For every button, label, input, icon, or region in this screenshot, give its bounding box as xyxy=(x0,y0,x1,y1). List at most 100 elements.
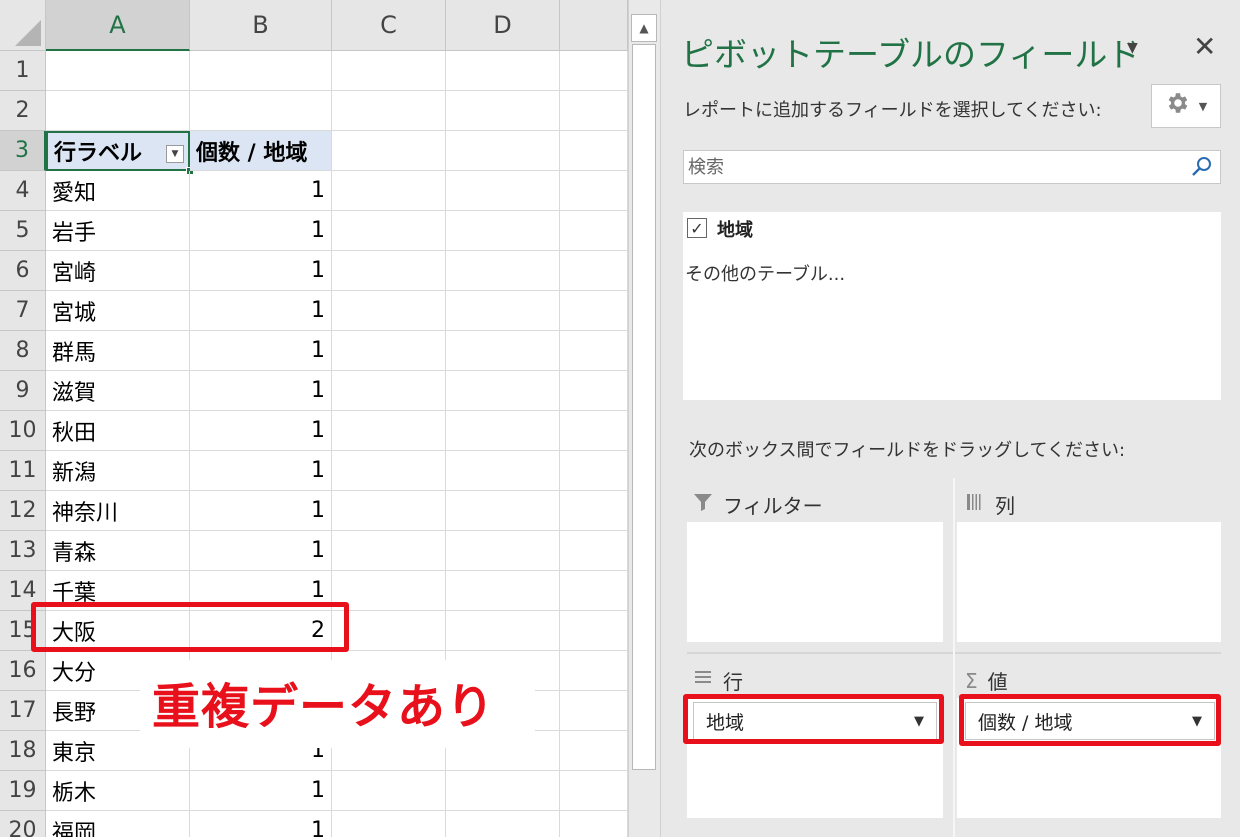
close-icon[interactable]: ✕ xyxy=(1193,30,1216,63)
pane-options-chevron-down-icon[interactable]: ▼ xyxy=(1127,40,1138,56)
grid-cell[interactable] xyxy=(446,51,560,91)
pivot-value-cell[interactable]: 1 xyxy=(190,491,332,531)
grid-cell[interactable] xyxy=(332,491,446,531)
pivot-row-label-cell[interactable] xyxy=(46,51,190,91)
scroll-up-arrow-icon[interactable]: ▲ xyxy=(631,14,657,42)
pivot-row-label-cell[interactable]: 青森 xyxy=(46,531,190,571)
pivot-value-cell[interactable]: 1 xyxy=(190,371,332,411)
grid-cell[interactable] xyxy=(332,91,446,131)
grid-cell[interactable] xyxy=(560,451,628,491)
row-header[interactable]: 19 xyxy=(0,771,46,811)
grid-cell[interactable] xyxy=(332,571,446,611)
pivot-row-label-header[interactable]: 行ラベル ▼ xyxy=(46,131,190,171)
scroll-thumb[interactable] xyxy=(632,44,656,770)
grid-cell[interactable] xyxy=(560,571,628,611)
grid-cell[interactable] xyxy=(446,571,560,611)
grid-cell[interactable] xyxy=(332,251,446,291)
filter-dropdown-icon[interactable]: ▼ xyxy=(166,145,184,163)
grid-cell[interactable] xyxy=(560,411,628,451)
row-header[interactable]: 16 xyxy=(0,651,46,691)
grid-cell[interactable] xyxy=(560,771,628,811)
grid-cell[interactable] xyxy=(446,811,560,837)
field-name-region[interactable]: 地域 xyxy=(717,216,753,242)
grid-cell[interactable] xyxy=(560,691,628,731)
grid-cell[interactable] xyxy=(560,491,628,531)
pivot-row-label-cell[interactable] xyxy=(46,91,190,131)
pivot-row-label-cell[interactable]: 新潟 xyxy=(46,451,190,491)
grid-cell[interactable] xyxy=(332,451,446,491)
pivot-value-cell[interactable]: 1 xyxy=(190,451,332,491)
grid-cell[interactable] xyxy=(560,531,628,571)
row-header[interactable]: 17 xyxy=(0,691,46,731)
pivot-row-label-cell[interactable]: 福岡 xyxy=(46,811,190,837)
row-header[interactable]: 11 xyxy=(0,451,46,491)
row-header[interactable]: 12 xyxy=(0,491,46,531)
row-header[interactable]: 9 xyxy=(0,371,46,411)
pivot-value-cell[interactable]: 1 xyxy=(190,771,332,811)
grid-cell[interactable] xyxy=(332,51,446,91)
pivot-row-label-cell[interactable]: 群馬 xyxy=(46,331,190,371)
pivot-row-label-cell[interactable]: 宮崎 xyxy=(46,251,190,291)
row-header[interactable]: 6 xyxy=(0,251,46,291)
column-header-c[interactable]: C xyxy=(332,0,446,51)
grid-cell[interactable] xyxy=(446,131,560,171)
grid-cell[interactable] xyxy=(560,291,628,331)
grid-cell[interactable] xyxy=(332,211,446,251)
grid-cell[interactable] xyxy=(332,411,446,451)
pivot-value-cell[interactable]: 1 xyxy=(190,531,332,571)
pivot-row-label-cell[interactable]: 秋田 xyxy=(46,411,190,451)
grid-cell[interactable] xyxy=(560,651,628,691)
row-header[interactable]: 20 xyxy=(0,811,46,837)
pivot-row-label-cell[interactable]: 宮城 xyxy=(46,291,190,331)
pivot-value-cell[interactable]: 1 xyxy=(190,811,332,837)
column-header-a[interactable]: A xyxy=(46,0,190,51)
grid-cell[interactable] xyxy=(560,371,628,411)
grid-cell[interactable] xyxy=(446,291,560,331)
field-search-box[interactable] xyxy=(683,150,1221,184)
pivot-value-cell[interactable] xyxy=(190,91,332,131)
pivot-value-cell[interactable]: 1 xyxy=(190,211,332,251)
pivot-row-label-cell[interactable]: 愛知 xyxy=(46,171,190,211)
grid-cell[interactable] xyxy=(560,251,628,291)
grid-cell[interactable] xyxy=(560,731,628,771)
search-icon[interactable] xyxy=(1190,155,1214,183)
row-header[interactable]: 10 xyxy=(0,411,46,451)
grid-cell[interactable] xyxy=(446,211,560,251)
grid-cell[interactable] xyxy=(560,811,628,837)
grid-cell[interactable] xyxy=(446,451,560,491)
field-checkbox-region[interactable]: ✓ xyxy=(687,218,707,238)
grid-cell[interactable] xyxy=(332,811,446,837)
row-header[interactable]: 13 xyxy=(0,531,46,571)
field-search-input[interactable] xyxy=(686,151,1170,183)
select-all-corner[interactable] xyxy=(0,0,46,51)
grid-cell[interactable] xyxy=(446,491,560,531)
grid-cell[interactable] xyxy=(560,51,628,91)
grid-cell[interactable] xyxy=(446,771,560,811)
filters-drop-area[interactable] xyxy=(687,522,943,642)
grid-cell[interactable] xyxy=(446,251,560,291)
grid-cell[interactable] xyxy=(446,331,560,371)
pivot-row-label-cell[interactable]: 滋賀 xyxy=(46,371,190,411)
more-tables-link[interactable]: その他のテーブル... xyxy=(685,260,845,286)
grid-cell[interactable] xyxy=(332,771,446,811)
grid-cell[interactable] xyxy=(446,91,560,131)
grid-cell[interactable] xyxy=(560,331,628,371)
grid-cell[interactable] xyxy=(332,131,446,171)
grid-cell[interactable] xyxy=(446,371,560,411)
column-header-e[interactable] xyxy=(560,0,628,51)
grid-cell[interactable] xyxy=(560,611,628,651)
vertical-scrollbar[interactable]: ▲ xyxy=(628,0,660,837)
columns-drop-area[interactable] xyxy=(957,522,1221,642)
grid-cell[interactable] xyxy=(332,371,446,411)
pivot-value-header[interactable]: 個数 / 地域 xyxy=(190,131,332,171)
pivot-value-cell[interactable]: 1 xyxy=(190,291,332,331)
grid-cell[interactable] xyxy=(332,171,446,211)
grid-cell[interactable] xyxy=(332,611,446,651)
grid-cell[interactable] xyxy=(446,611,560,651)
grid-cell[interactable] xyxy=(560,211,628,251)
grid-cell[interactable] xyxy=(446,531,560,571)
pivot-row-label-cell[interactable]: 神奈川 xyxy=(46,491,190,531)
column-header-d[interactable]: D xyxy=(446,0,560,51)
grid-cell[interactable] xyxy=(446,411,560,451)
grid-cell[interactable] xyxy=(560,91,628,131)
